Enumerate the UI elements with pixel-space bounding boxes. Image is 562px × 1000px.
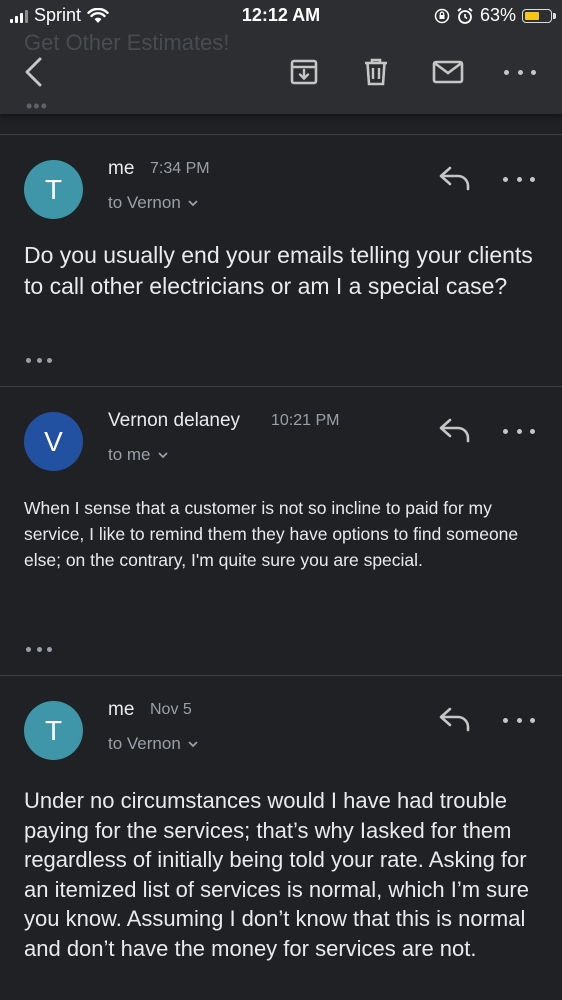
back-button[interactable] [14,52,54,92]
message-time: 10:21 PM [271,412,340,429]
message-item[interactable]: V Vernon delaney 10:21 PM to me When I s… [0,387,562,675]
mark-unread-button[interactable] [428,52,468,92]
recipient-dropdown[interactable]: to me [108,445,169,465]
sender-name: Vernon delaney [108,410,241,431]
recipient-dropdown[interactable]: to Vernon [108,734,199,754]
chevron-down-icon [188,741,198,748]
recipient-dropdown[interactable]: to Vernon [108,193,199,213]
toolbar-more-button[interactable] [500,52,540,92]
battery-icon [522,8,556,23]
message-more-button[interactable] [503,171,535,187]
reply-button[interactable] [438,165,472,191]
message-more-button[interactable] [503,423,535,439]
message-more-button[interactable] [503,712,535,728]
chevron-down-icon [157,452,168,459]
battery-fill [525,11,540,20]
recipient-label: to Vernon [108,734,181,753]
message-item[interactable]: T me 7:34 PM to Vernon Do you usually en… [0,135,562,385]
message-body: Under no circumstances would I have had … [24,788,529,961]
back-icon [25,57,42,87]
reply-icon [439,707,470,732]
ghost-dots: ••• [26,96,48,116]
delete-button[interactable] [356,52,396,92]
message-item[interactable]: T me Nov 5 to Vernon Under no circumstan… [0,676,562,1000]
more-icon [504,64,536,80]
subject-behind-toolbar: Get Other Estimates! [24,30,230,55]
message-body: When I sense that a customer is not so i… [24,498,519,570]
chevron-down-icon [188,200,198,207]
avatar: T [24,701,83,760]
show-trimmed-content[interactable] [26,355,52,365]
reply-button[interactable] [438,417,472,443]
recipient-label: to Vernon [108,193,181,212]
status-right: 63% [434,5,556,26]
orientation-lock-icon [434,8,450,23]
mail-icon [432,60,464,84]
alarm-icon [457,7,473,24]
avatar: V [24,412,83,471]
sender-name: me [108,699,135,720]
archive-icon [290,59,318,85]
delete-icon [365,58,387,86]
show-trimmed-content[interactable] [26,644,52,654]
reply-icon [439,418,470,443]
battery-percent: 63% [479,5,516,25]
recipient-label: to me [108,445,151,464]
message-time: Nov 5 [150,701,192,718]
message-time: 7:34 PM [150,160,210,177]
reply-button[interactable] [438,706,472,732]
avatar: T [24,160,83,219]
archive-button[interactable] [284,52,324,92]
message-body: Do you usually end your emails telling y… [24,242,533,299]
reply-icon [439,166,470,191]
sender-name: me [108,158,135,179]
status-bar: Sprint 12:12 AM 63% [0,0,562,32]
